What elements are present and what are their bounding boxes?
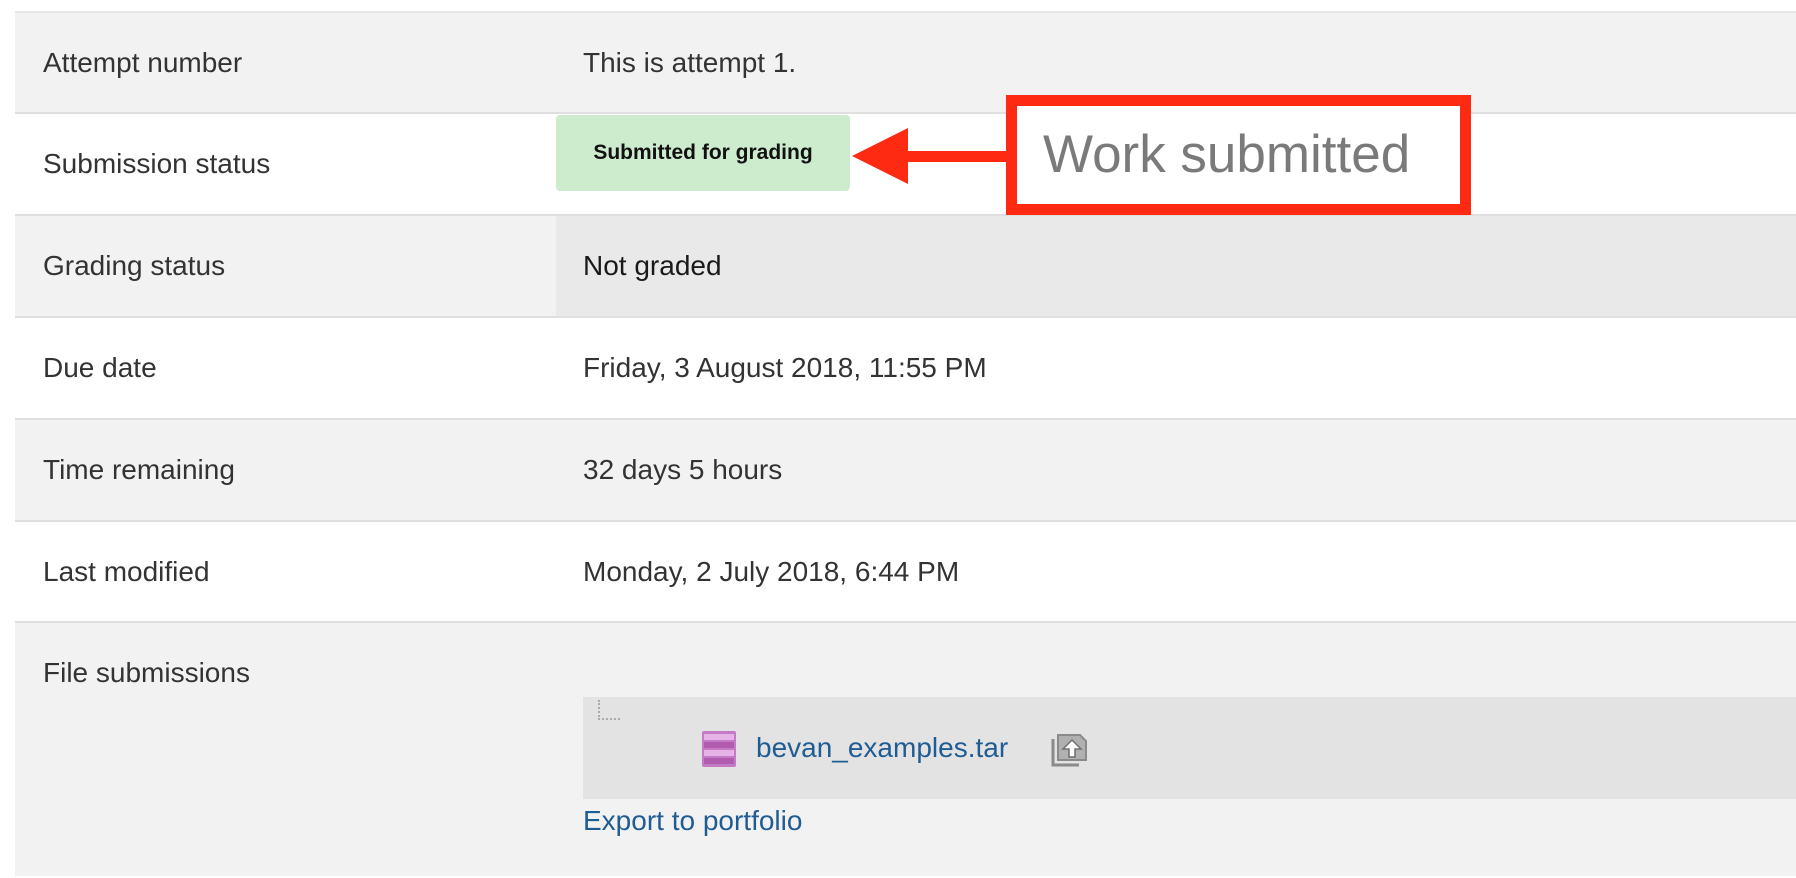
last-modified-label: Last modified [43, 556, 210, 587]
submission-status-page: Attempt number This is attempt 1. Submis… [0, 0, 1796, 878]
row-attempt-number: Attempt number This is attempt 1. [15, 13, 1796, 114]
due-date-value: Friday, 3 August 2018, 11:55 PM [583, 352, 987, 383]
attempt-number-label: Attempt number [43, 47, 243, 78]
row-time-remaining: Time remaining 32 days 5 hours [15, 420, 1796, 522]
submission-status-label: Submission status [43, 148, 271, 179]
row-due-date: Due date Friday, 3 August 2018, 11:55 PM [15, 318, 1796, 420]
archive-file-icon [702, 731, 736, 767]
row-last-modified: Last modified Monday, 2 July 2018, 6:44 … [15, 522, 1796, 623]
attempt-number-value: This is attempt 1. [583, 47, 797, 78]
portfolio-export-icon[interactable] [1050, 730, 1088, 768]
annotation-arrow-icon [852, 128, 1010, 184]
file-submissions-label: File submissions [43, 657, 250, 688]
row-grading-status: Grading status Not graded [15, 216, 1796, 318]
grading-status-value: Not graded [583, 250, 722, 281]
export-to-portfolio-link[interactable]: Export to portfolio [583, 805, 802, 837]
grading-status-label: Grading status [43, 250, 226, 281]
file-link[interactable]: bevan_examples.tar [756, 697, 1008, 799]
due-date-label: Due date [43, 352, 157, 383]
time-remaining-label: Time remaining [43, 454, 235, 485]
status-badge: Submitted for grading [556, 115, 850, 191]
work-submitted-callout: Work submitted [1006, 95, 1471, 215]
last-modified-value: Monday, 2 July 2018, 6:44 PM [583, 556, 960, 587]
callout-text: Work submitted [1043, 125, 1411, 184]
grading-status-cell [556, 216, 1796, 316]
row-file-submissions: File submissions bevan_examples.tar Expo… [15, 623, 1796, 876]
tree-connector [598, 700, 620, 720]
time-remaining-value: 32 days 5 hours [583, 454, 783, 485]
file-tree: bevan_examples.tar [583, 697, 1796, 799]
